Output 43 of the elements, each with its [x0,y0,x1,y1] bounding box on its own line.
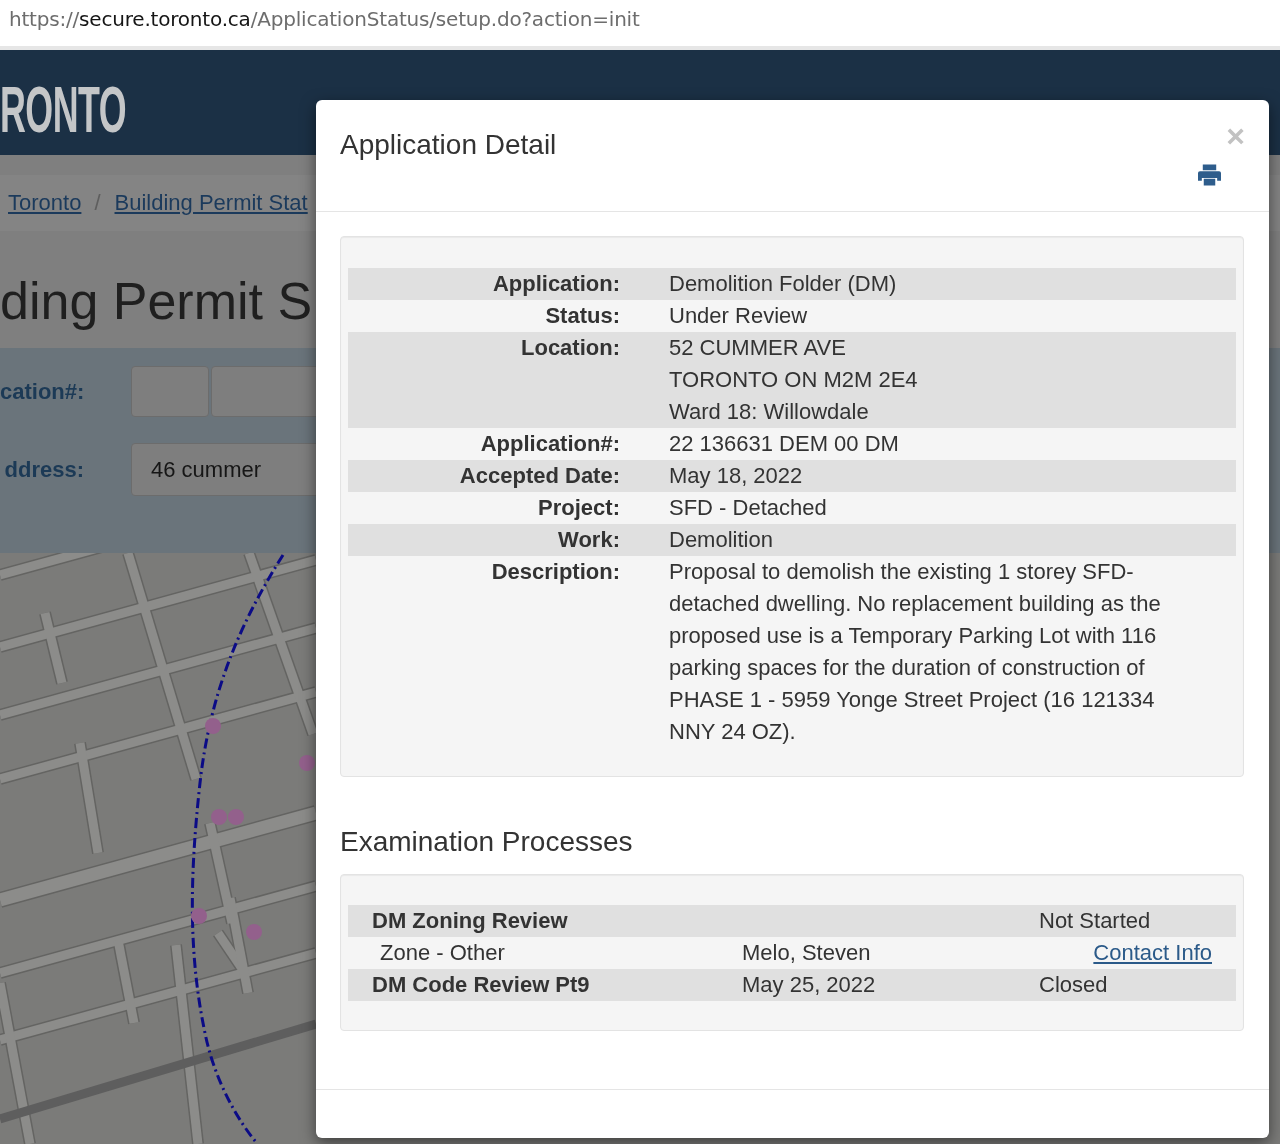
detail-value: Proposal to demolish the existing 1 storey SFD-detached dwelling. No replacement building as the proposed use is a Temporary Parking Lot with 116 parking spaces for the duration of construction of PHASE 1 - 5959 Yonge Street Project (16 121334 NNY 24 OZ). [669,558,1162,746]
dialog-title: Application Detail [340,129,557,160]
map-marker-icon[interactable] [191,908,207,924]
detail-label: Application: [492,270,621,298]
zone-name: Zone - Other [379,939,505,967]
process-date: May 25, 2022 [742,971,876,999]
printer-icon[interactable] [1198,164,1221,186]
process-name: DM Zoning Review [371,907,568,935]
detail-label: Status: [545,302,621,330]
detail-value: 22 136631 DEM 00 DM [669,430,900,458]
examiner-name: Melo, Steven [742,939,871,967]
section-title: Examination Processes [340,826,634,857]
detail-label: Location: [521,334,621,362]
detail-label: Description: [491,558,621,586]
address-bar[interactable]: https://secure.toronto.ca/ApplicationStatus/setup.do?action=init [0,0,1280,50]
map-marker-icon[interactable] [228,809,244,825]
breadcrumb-link[interactable]: Toronto [8,190,82,216]
city-logo[interactable]: RONTO [0,77,126,142]
detail-value: TORONTO ON M2M 2E4 [669,366,918,394]
field-label: ddress: [3,456,84,483]
detail-label: Work: [558,526,621,554]
detail-label: Project: [538,494,621,522]
detail-value: Under Review [669,302,809,330]
map-marker-icon[interactable] [211,809,227,825]
page-heading: ding Permit S [0,271,313,332]
breadcrumb-separator: / [94,190,101,216]
detail-value: Ward 18: Willowdale [669,398,869,426]
breadcrumb-link[interactable]: Building Permit Stat [114,190,308,216]
detail-label: Accepted Date: [459,462,621,490]
process-status: Closed [1039,971,1108,999]
field-label: cation#: [0,378,84,405]
detail-value: Demolition [669,526,774,554]
map-marker-icon[interactable] [299,755,315,771]
contact-info-link[interactable]: Contact Info [1093,937,1212,969]
map-marker-icon[interactable] [246,924,262,940]
detail-value: SFD - Detached [669,494,828,522]
map-marker-icon[interactable] [205,718,221,734]
detail-value: May 18, 2022 [669,462,804,490]
detail-value: Demolition Folder (DM) [669,270,898,298]
process-status: Not Started [1039,907,1151,935]
detail-value: 52 CUMMER AVE [669,334,846,362]
process-name: DM Code Review Pt9 [371,971,590,999]
detail-label: Application#: [480,430,621,458]
